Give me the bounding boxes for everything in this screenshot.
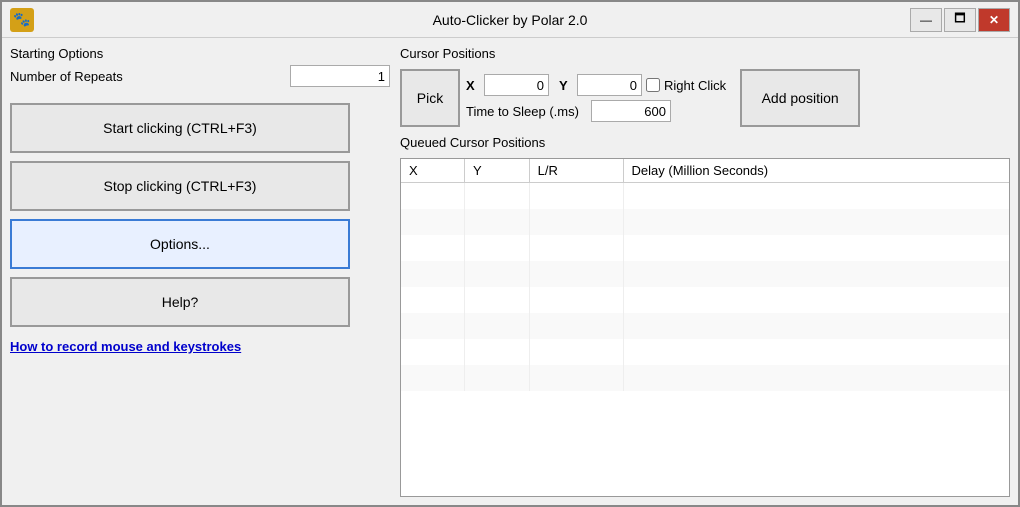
queue-table: X Y L/R Delay (Million Seconds) bbox=[401, 159, 1009, 391]
table-header-row: X Y L/R Delay (Million Seconds) bbox=[401, 159, 1009, 183]
window-controls: — 🗖 ✕ bbox=[910, 8, 1010, 32]
left-panel: Starting Options Number of Repeats Start… bbox=[10, 46, 390, 497]
maximize-button[interactable]: 🗖 bbox=[944, 8, 976, 32]
help-button[interactable]: Help? bbox=[10, 277, 350, 327]
x-row: X Y Right Click bbox=[466, 74, 726, 96]
table-row bbox=[401, 209, 1009, 235]
right-panel: Cursor Positions Pick X Y Right Click Ti… bbox=[400, 46, 1010, 497]
x-label: X bbox=[466, 78, 480, 93]
main-window: 🐾 Auto-Clicker by Polar 2.0 — 🗖 ✕ Starti… bbox=[0, 0, 1020, 507]
sleep-row: Time to Sleep (.ms) bbox=[466, 100, 726, 122]
stop-clicking-button[interactable]: Stop clicking (CTRL+F3) bbox=[10, 161, 350, 211]
repeats-row: Number of Repeats bbox=[10, 65, 390, 87]
table-row bbox=[401, 365, 1009, 391]
start-clicking-button[interactable]: Start clicking (CTRL+F3) bbox=[10, 103, 350, 153]
add-position-button[interactable]: Add position bbox=[740, 69, 860, 127]
main-content: Starting Options Number of Repeats Start… bbox=[2, 38, 1018, 505]
sleep-input[interactable] bbox=[591, 100, 671, 122]
col-x-header: X bbox=[401, 159, 464, 183]
queue-table-container: X Y L/R Delay (Million Seconds) bbox=[400, 158, 1010, 497]
cursor-positions-label: Cursor Positions bbox=[400, 46, 1010, 61]
table-row bbox=[401, 183, 1009, 209]
table-row bbox=[401, 339, 1009, 365]
table-row bbox=[401, 235, 1009, 261]
y-label: Y bbox=[559, 78, 573, 93]
x-input[interactable] bbox=[484, 74, 549, 96]
table-row bbox=[401, 287, 1009, 313]
title-bar: 🐾 Auto-Clicker by Polar 2.0 — 🗖 ✕ bbox=[2, 2, 1018, 38]
starting-options-label: Starting Options bbox=[10, 46, 390, 61]
table-row bbox=[401, 313, 1009, 339]
sleep-label: Time to Sleep (.ms) bbox=[466, 104, 579, 119]
table-row bbox=[401, 261, 1009, 287]
close-button[interactable]: ✕ bbox=[978, 8, 1010, 32]
options-button[interactable]: Options... bbox=[10, 219, 350, 269]
xy-block: X Y Right Click Time to Sleep (.ms) bbox=[466, 74, 726, 122]
right-click-checkbox[interactable] bbox=[646, 78, 660, 92]
repeats-label: Number of Repeats bbox=[10, 69, 123, 84]
minimize-button[interactable]: — bbox=[910, 8, 942, 32]
pick-button[interactable]: Pick bbox=[400, 69, 460, 127]
starting-options-section: Starting Options Number of Repeats bbox=[10, 46, 390, 95]
repeats-input[interactable] bbox=[290, 65, 390, 87]
right-click-label: Right Click bbox=[664, 78, 726, 93]
queued-label: Queued Cursor Positions bbox=[400, 135, 1010, 150]
col-delay-header: Delay (Million Seconds) bbox=[623, 159, 1009, 183]
window-title: Auto-Clicker by Polar 2.0 bbox=[2, 12, 1018, 28]
app-logo: 🐾 bbox=[10, 8, 34, 32]
cursor-controls: Pick X Y Right Click Time to Sleep (.ms) bbox=[400, 69, 1010, 127]
col-y-header: Y bbox=[464, 159, 529, 183]
y-input[interactable] bbox=[577, 74, 642, 96]
col-lr-header: L/R bbox=[529, 159, 623, 183]
record-link[interactable]: How to record mouse and keystrokes bbox=[10, 339, 390, 354]
